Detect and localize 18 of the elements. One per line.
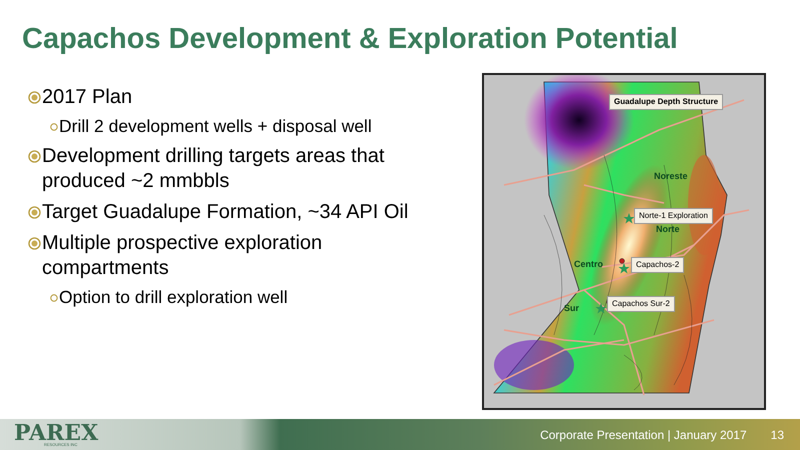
- bullet-text: Target Guadalupe Formation, ~34 API Oil: [42, 200, 408, 225]
- logo-wordmark: PAREX: [14, 422, 98, 442]
- bullet-text: Drill 2 development wells + disposal well: [59, 115, 372, 138]
- well-label: Norte-1 Exploration: [634, 208, 713, 224]
- slide-title: Capachos Development & Exploration Potential: [22, 22, 678, 57]
- bullet-text: Option to drill exploration well: [59, 286, 288, 309]
- bullet-text: 2017 Plan: [42, 85, 132, 110]
- well-label: Capachos Sur-2: [607, 296, 675, 312]
- well-label: Capachos-2: [631, 257, 684, 273]
- area-label: Norte: [656, 223, 680, 236]
- bullet-text: Development drilling targets areas that produced ~2 mmbbls: [42, 144, 386, 194]
- map-title: Guadalupe Depth Structure: [609, 94, 724, 110]
- footer-text: Corporate Presentation | January 2017: [540, 426, 747, 444]
- page-number: 13: [770, 426, 784, 444]
- area-label: Centro: [574, 258, 603, 271]
- area-label: Noreste: [654, 170, 688, 183]
- bullet-text: Multiple prospective exploration compartments: [42, 231, 324, 281]
- area-label: Sur: [564, 302, 580, 315]
